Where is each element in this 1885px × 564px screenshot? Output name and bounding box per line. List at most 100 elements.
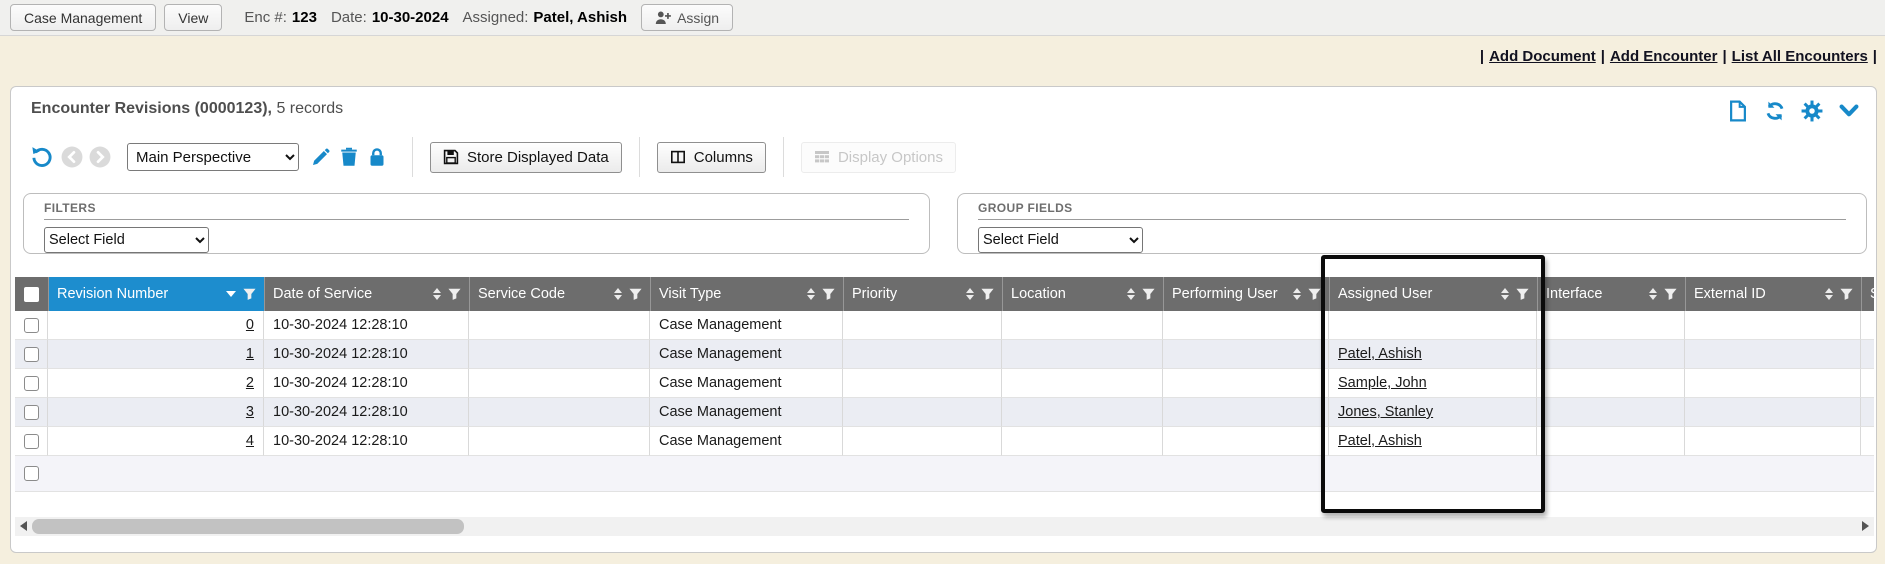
row-checkbox[interactable] xyxy=(24,318,39,333)
sort-down-arrow xyxy=(966,295,974,300)
sort-down-arrow xyxy=(1127,295,1135,300)
group-fields-label: GROUP FIELDS xyxy=(978,201,1846,215)
sort-filter-group xyxy=(1819,288,1853,301)
horizontal-scrollbar[interactable] xyxy=(15,517,1874,536)
column-header-interface[interactable]: Interface xyxy=(1537,277,1685,311)
cell-s xyxy=(1861,311,1874,340)
column-header-visit_type[interactable]: Visit Type xyxy=(650,277,843,311)
link-list-all-encounters[interactable]: List All Encounters xyxy=(1732,48,1868,65)
cell-performing_user xyxy=(1163,311,1329,340)
row-select-cell[interactable] xyxy=(15,311,48,340)
assigned-value: Patel, Ashish xyxy=(533,9,627,26)
delete-trash-icon[interactable] xyxy=(339,147,359,167)
filters-field-select[interactable]: Select Field xyxy=(44,227,209,253)
row-select-cell[interactable] xyxy=(15,369,48,398)
filter-funnel-icon[interactable] xyxy=(448,288,461,301)
column-header-date_of_service[interactable]: Date of Service xyxy=(264,277,469,311)
revision-link[interactable]: 0 xyxy=(246,317,254,333)
lock-icon[interactable] xyxy=(367,147,387,167)
cell-assigned_user: Sample, John xyxy=(1329,369,1537,398)
sort-up-arrow xyxy=(614,288,622,293)
filter-funnel-icon[interactable] xyxy=(822,288,835,301)
cell-assigned_user: Patel, Ashish xyxy=(1329,340,1537,369)
display-options-button: Display Options xyxy=(801,142,956,173)
sort-icon[interactable] xyxy=(433,288,441,300)
assigned_user-link[interactable]: Jones, Stanley xyxy=(1338,404,1433,420)
sort-desc-icon[interactable] xyxy=(226,291,236,297)
refresh-icon[interactable] xyxy=(1764,100,1786,122)
row-checkbox[interactable] xyxy=(24,405,39,420)
sort-icon[interactable] xyxy=(966,288,974,300)
row-select-cell[interactable] xyxy=(15,427,48,456)
select-all-header-cell[interactable] xyxy=(15,277,48,311)
filter-funnel-icon[interactable] xyxy=(1142,288,1155,301)
revision-link[interactable]: 3 xyxy=(246,404,254,420)
sort-icon[interactable] xyxy=(807,288,815,300)
collapse-chevron-icon[interactable] xyxy=(1838,100,1860,122)
assigned_user-link[interactable]: Patel, Ashish xyxy=(1338,433,1422,449)
scroll-left-arrow-icon[interactable] xyxy=(20,521,27,531)
column-header-performing_user[interactable]: Performing User xyxy=(1163,277,1329,311)
revision-link[interactable]: 4 xyxy=(246,433,254,449)
assigned_user-link[interactable]: Patel, Ashish xyxy=(1338,346,1422,362)
filter-funnel-icon[interactable] xyxy=(1516,288,1529,301)
sort-icon[interactable] xyxy=(614,288,622,300)
column-header-s[interactable]: S xyxy=(1861,277,1874,311)
row-checkbox[interactable] xyxy=(24,347,39,362)
sort-down-arrow xyxy=(807,295,815,300)
column-header-external_id[interactable]: External ID xyxy=(1685,277,1861,311)
table-row: 410-30-2024 12:28:10Case ManagementPatel… xyxy=(15,427,1874,456)
screen: Case Management View Enc #: 123 Date: 10… xyxy=(0,0,1885,564)
sort-icon[interactable] xyxy=(1293,288,1301,300)
new-document-icon[interactable] xyxy=(1727,100,1749,122)
column-label: Date of Service xyxy=(273,286,372,302)
view-button[interactable]: View xyxy=(164,4,222,31)
revision-link[interactable]: 1 xyxy=(246,346,254,362)
perspective-select[interactable]: Main Perspective xyxy=(127,143,299,171)
column-header-revision[interactable]: Revision Number xyxy=(48,277,264,311)
filter-funnel-icon[interactable] xyxy=(1840,288,1853,301)
row-checkbox[interactable] xyxy=(24,376,39,391)
filter-funnel-icon[interactable] xyxy=(629,288,642,301)
columns-button[interactable]: Columns xyxy=(657,142,766,173)
column-header-priority[interactable]: Priority xyxy=(843,277,1002,311)
assign-button[interactable]: Assign xyxy=(641,4,733,31)
group-fields-select[interactable]: Select Field xyxy=(978,227,1143,253)
row-checkbox[interactable] xyxy=(24,434,39,449)
case-management-button[interactable]: Case Management xyxy=(10,4,156,31)
settings-gear-icon[interactable] xyxy=(1801,100,1823,122)
edit-pencil-icon[interactable] xyxy=(311,147,331,167)
link-add-document[interactable]: Add Document xyxy=(1489,48,1596,65)
cell-external_id xyxy=(1685,311,1861,340)
cell-location xyxy=(1002,369,1163,398)
revision-link[interactable]: 2 xyxy=(246,375,254,391)
assigned_user-link[interactable]: Sample, John xyxy=(1338,375,1427,391)
cell-service_code xyxy=(469,311,650,340)
filter-funnel-icon[interactable] xyxy=(981,288,994,301)
link-add-encounter[interactable]: Add Encounter xyxy=(1610,48,1718,65)
column-label: Assigned User xyxy=(1338,286,1432,302)
sort-icon[interactable] xyxy=(1825,288,1833,300)
filter-funnel-icon[interactable] xyxy=(243,288,256,301)
sort-filter-group xyxy=(1287,288,1321,301)
sort-icon[interactable] xyxy=(1501,288,1509,300)
sort-filter-group xyxy=(608,288,642,301)
sort-icon[interactable] xyxy=(1649,288,1657,300)
cell-performing_user xyxy=(1163,369,1329,398)
filter-funnel-icon[interactable] xyxy=(1664,288,1677,301)
scrollbar-thumb[interactable] xyxy=(32,519,464,534)
select-all-checkbox[interactable] xyxy=(24,287,39,302)
sort-icon[interactable] xyxy=(1127,288,1135,300)
column-header-assigned_user[interactable]: Assigned User xyxy=(1329,277,1537,311)
footer-checkbox[interactable] xyxy=(24,466,39,481)
columns-button-label: Columns xyxy=(694,149,753,166)
column-header-service_code[interactable]: Service Code xyxy=(469,277,650,311)
scroll-right-arrow-icon[interactable] xyxy=(1862,521,1869,531)
row-select-cell[interactable] xyxy=(15,398,48,427)
row-select-cell[interactable] xyxy=(15,340,48,369)
filter-funnel-icon[interactable] xyxy=(1308,288,1321,301)
column-header-location[interactable]: Location xyxy=(1002,277,1163,311)
store-displayed-data-button[interactable]: Store Displayed Data xyxy=(430,142,622,173)
cell-date_of_service: 10-30-2024 12:28:10 xyxy=(264,311,469,340)
undo-icon[interactable] xyxy=(31,146,53,168)
